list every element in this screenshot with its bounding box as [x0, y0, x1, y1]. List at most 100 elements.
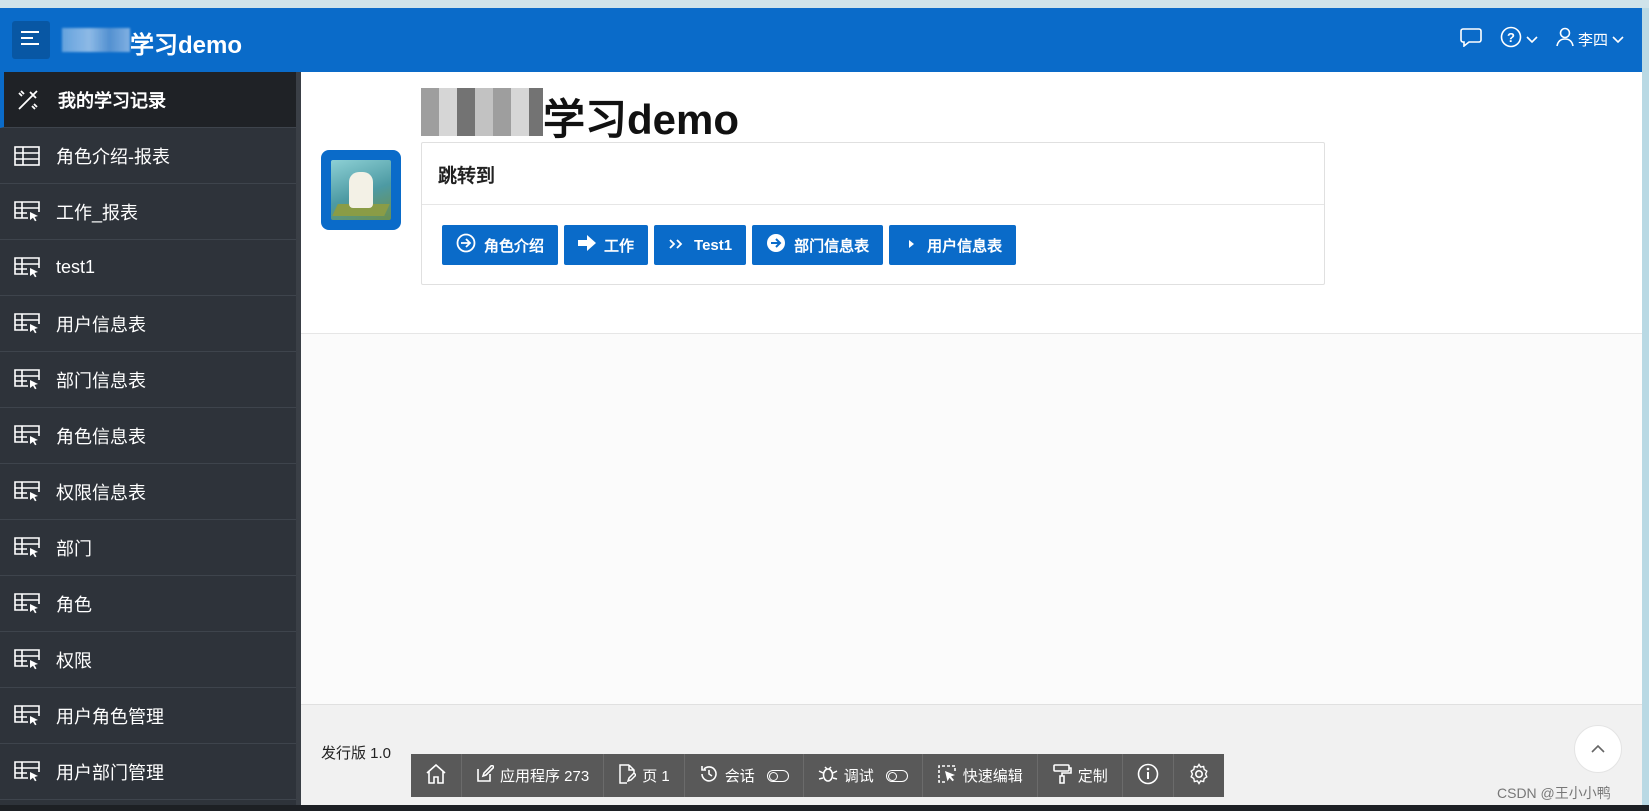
- button-label: 角色介绍: [484, 237, 545, 255]
- table-cursor-icon: [14, 536, 42, 560]
- quick-edit-icon: [937, 764, 957, 788]
- devbar-session-button[interactable]: 会话: [685, 754, 804, 797]
- table-cursor-icon: [14, 256, 42, 280]
- sidebar-item-label: 部门: [56, 538, 92, 559]
- devbar-page-button[interactable]: 页 1: [604, 754, 685, 797]
- devbar-quick-edit-button[interactable]: 快速编辑: [923, 754, 1038, 797]
- sidebar-item-user-dept-mgmt[interactable]: 用户部门管理: [0, 744, 296, 800]
- jump-to-region: 跳转到 角色介绍 工作 Test1 部门信息表 用户信息表: [421, 142, 1325, 285]
- chevron-up-icon: [1591, 740, 1605, 758]
- sidebar-item-label: 角色信息表: [56, 426, 146, 447]
- table-cursor-icon: [14, 704, 42, 728]
- sidebar-item-label: 权限信息表: [56, 482, 146, 503]
- sidebar-item-label: 用户角色管理: [56, 706, 164, 727]
- sidebar-item-role[interactable]: 角色: [0, 576, 296, 632]
- release-version: 发行版 1.0: [321, 745, 392, 762]
- sidebar-item-label: test1: [56, 257, 96, 277]
- jump-buttons: 角色介绍 工作 Test1 部门信息表 用户信息表: [442, 225, 1017, 265]
- table-cursor-icon: [14, 200, 42, 224]
- table-cursor-icon: [14, 368, 42, 392]
- home-icon: [425, 763, 447, 788]
- devbar-customize-button[interactable]: 定制: [1038, 754, 1123, 797]
- work-button[interactable]: 工作: [564, 225, 649, 265]
- sidebar-item-label: 角色: [56, 594, 92, 615]
- sidebar-item-label: 角色介绍-报表: [56, 146, 170, 167]
- devbar-label: 调试: [843, 768, 874, 785]
- app-name-pixelated: [62, 28, 130, 52]
- button-label: 工作: [604, 237, 635, 255]
- sidebar-item-dept[interactable]: 部门: [0, 520, 296, 576]
- gear-icon: [1188, 762, 1210, 789]
- menu-icon: [21, 30, 41, 50]
- devbar-label: 应用程序 273: [500, 768, 590, 785]
- sidebar-item-my-learning[interactable]: 我的学习记录: [0, 72, 296, 128]
- scroll-to-top-button[interactable]: [1574, 725, 1622, 773]
- app-icon-image: [331, 160, 391, 220]
- test1-button[interactable]: Test1: [654, 225, 747, 265]
- play-small-icon: [903, 237, 919, 254]
- devbar-info-button[interactable]: [1123, 754, 1174, 797]
- table-cursor-icon: [14, 648, 42, 672]
- sidebar-item-label: 部门信息表: [56, 370, 146, 391]
- region-title: 跳转到: [422, 143, 1324, 205]
- info-icon: [1137, 763, 1159, 789]
- table-cursor-icon: [14, 592, 42, 616]
- sidebar-item-label: 我的学习记录: [58, 90, 166, 111]
- table-cursor-icon: [14, 760, 42, 784]
- sidebar-item-permission-info[interactable]: 权限信息表: [0, 464, 296, 520]
- sidebar-item-role-report[interactable]: 角色介绍-报表: [0, 128, 296, 184]
- bug-icon: [818, 764, 838, 788]
- developer-toolbar: 应用程序 273 页 1 会话 调试 快速编辑 定制: [411, 754, 1224, 797]
- arrow-right-icon: [578, 235, 597, 255]
- dept-info-button[interactable]: 部门信息表: [752, 225, 884, 265]
- user-menu-button[interactable]: 李四: [1556, 27, 1624, 51]
- page-edit-icon: [618, 763, 638, 788]
- watermark-text: CSDN @王小小鸭: [1497, 785, 1611, 801]
- page-title-pixelated: [421, 88, 543, 136]
- help-menu-button[interactable]: ?: [1500, 26, 1538, 52]
- app-window: 学习demo ? 李四 我的学习记录 角色介绍-报表 工作_报表 test1 用…: [0, 8, 1642, 805]
- edit-icon: [476, 763, 496, 787]
- sidebar-item-label: 工作_报表: [56, 202, 139, 223]
- help-icon: ?: [1500, 26, 1522, 52]
- sidebar-item-label: 用户部门管理: [56, 762, 164, 783]
- user-icon: [1556, 27, 1574, 51]
- table-cursor-icon: [14, 312, 42, 336]
- menu-toggle-button[interactable]: [12, 21, 50, 59]
- feedback-button[interactable]: [1460, 27, 1482, 51]
- chevron-down-icon: [1526, 31, 1538, 48]
- table-icon: [14, 144, 42, 168]
- sidebar-item-role-info[interactable]: 角色信息表: [0, 408, 296, 464]
- wand-icon: [16, 88, 44, 112]
- devbar-label: 页 1: [642, 768, 670, 785]
- session-icon: [699, 764, 719, 788]
- chat-icon: [1460, 27, 1482, 51]
- sidebar-item-dept-info[interactable]: 部门信息表: [0, 352, 296, 408]
- table-cursor-icon: [14, 424, 42, 448]
- sidebar-item-user-role-mgmt[interactable]: 用户角色管理: [0, 688, 296, 744]
- devbar-application-button[interactable]: 应用程序 273: [462, 754, 605, 797]
- role-intro-button[interactable]: 角色介绍: [442, 225, 559, 265]
- top-header: 学习demo ? 李四: [0, 8, 1642, 72]
- devbar-label: 会话: [724, 768, 755, 785]
- devbar-home-button[interactable]: [411, 754, 462, 797]
- taskbar-edge: [0, 805, 1649, 811]
- devbar-label: 快速编辑: [962, 768, 1023, 785]
- app-title[interactable]: 学习demo: [130, 25, 242, 60]
- sidebar-item-work-report[interactable]: 工作_报表: [0, 184, 296, 240]
- sidebar-item-test1[interactable]: test1: [0, 240, 296, 296]
- button-label: Test1: [694, 236, 733, 254]
- user-info-button[interactable]: 用户信息表: [889, 225, 1017, 265]
- user-name: 李四: [1577, 31, 1608, 49]
- svg-text:?: ?: [1507, 30, 1515, 45]
- sidebar-item-user-info[interactable]: 用户信息表: [0, 296, 296, 352]
- sidebar-item-label: 用户信息表: [56, 314, 146, 335]
- session-toggle[interactable]: [766, 769, 789, 782]
- devbar-settings-button[interactable]: [1174, 754, 1224, 797]
- header-actions: ? 李四: [1460, 26, 1624, 52]
- devbar-debug-button[interactable]: 调试: [804, 754, 923, 797]
- debug-toggle[interactable]: [885, 769, 908, 782]
- window-edge: [1642, 8, 1649, 805]
- sidebar-item-permission[interactable]: 权限: [0, 632, 296, 688]
- app-icon: [321, 150, 401, 230]
